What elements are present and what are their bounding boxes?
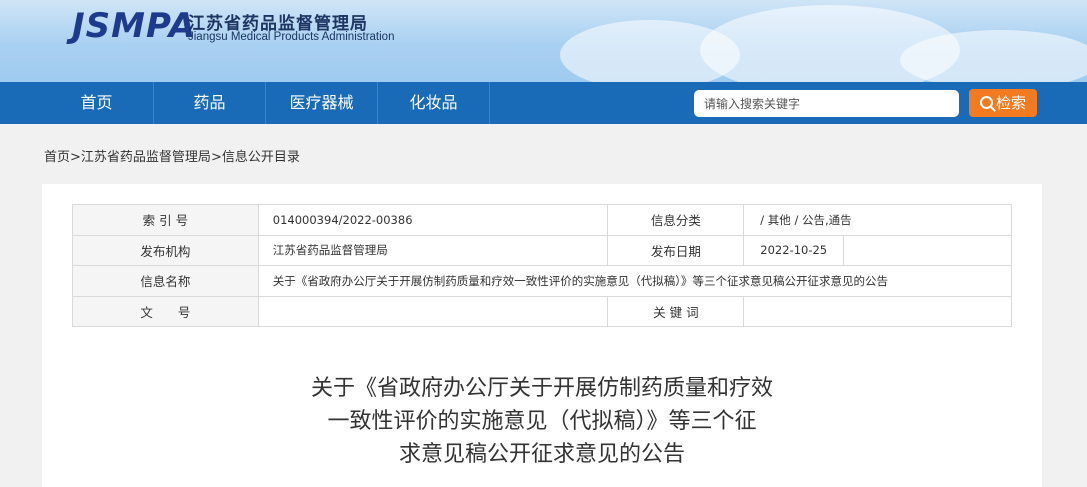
keywords-value <box>743 295 1012 327</box>
keywords-label: 关 键 词 <box>607 295 745 327</box>
search-input[interactable] <box>694 90 959 117</box>
breadcrumb-separator: > <box>70 150 81 165</box>
category-label: 信息分类 <box>607 204 745 236</box>
search-icon <box>979 96 993 109</box>
table-row: 信息名称 关于《省政府办公厅关于开展仿制药质量和疗效一致性评价的实施意见（代拟稿… <box>72 265 1013 297</box>
table-row: 发布机构 江苏省药品监督管理局 发布日期 2022-10-25 <box>72 234 1012 266</box>
breadcrumb-home[interactable]: 首页 <box>44 150 70 165</box>
breadcrumb-current[interactable]: 信息公开目录 <box>222 150 300 165</box>
name-label: 信息名称 <box>72 265 259 297</box>
empty-cell <box>843 234 1012 266</box>
date-value: 2022-10-25 <box>743 234 845 266</box>
name-value: 关于《省政府办公厅关于开展仿制药质量和疗效一致性评价的实施意见（代拟稿）》等三个… <box>257 265 1013 297</box>
org-name-en: Jiangsu Medical Products Administration <box>188 31 395 43</box>
publisher-value: 江苏省药品监督管理局 <box>257 234 609 266</box>
article-title-line: 一致性评价的实施意见（代拟稿）》等三个征 <box>327 409 757 434</box>
index-value: 014000394/2022-00386 <box>257 204 609 236</box>
content-panel: 索 引 号 014000394/2022-00386 信息分类 / 其他 / 公… <box>42 184 1042 487</box>
nav-divider <box>489 82 490 124</box>
category-value: / 其他 / 公告,通告 <box>743 204 1012 236</box>
index-label: 索 引 号 <box>72 204 259 236</box>
table-row: 索 引 号 014000394/2022-00386 信息分类 / 其他 / 公… <box>72 204 1012 236</box>
nav-item-medical-devices[interactable]: 医疗器械 <box>266 82 377 124</box>
info-table: 索 引 号 014000394/2022-00386 信息分类 / 其他 / 公… <box>72 204 1013 327</box>
breadcrumb-org[interactable]: 江苏省药品监督管理局 <box>81 150 211 165</box>
nav-item-drugs[interactable]: 药品 <box>154 82 265 124</box>
site-logo[interactable]: JSMPA <box>72 6 196 46</box>
search-button-label: 检索 <box>995 94 1026 112</box>
docno-value <box>257 295 609 327</box>
search-button[interactable]: 检索 <box>969 89 1037 117</box>
docno-label: 文 号 <box>72 295 259 327</box>
article-title: 关于《省政府办公厅关于开展仿制药质量和疗效 一致性评价的实施意见（代拟稿）》等三… <box>222 372 862 471</box>
nav-item-home[interactable]: 首页 <box>40 82 153 124</box>
breadcrumb-separator: > <box>210 150 222 165</box>
publisher-label: 发布机构 <box>72 234 259 266</box>
date-label: 发布日期 <box>607 234 745 266</box>
breadcrumb: 首页>江苏省药品监督管理局>信息公开目录 <box>44 146 300 165</box>
article-title-line: 关于《省政府办公厅关于开展仿制药质量和疗效 <box>310 376 773 401</box>
table-row: 文 号 关 键 词 <box>72 295 1012 327</box>
site-header: JSMPA 江苏省药品监督管理局 Jiangsu Medical Product… <box>0 0 1087 82</box>
article-title-line: 求意见稿公开征求意见的公告 <box>398 442 685 467</box>
nav-item-cosmetics[interactable]: 化妆品 <box>378 82 489 124</box>
